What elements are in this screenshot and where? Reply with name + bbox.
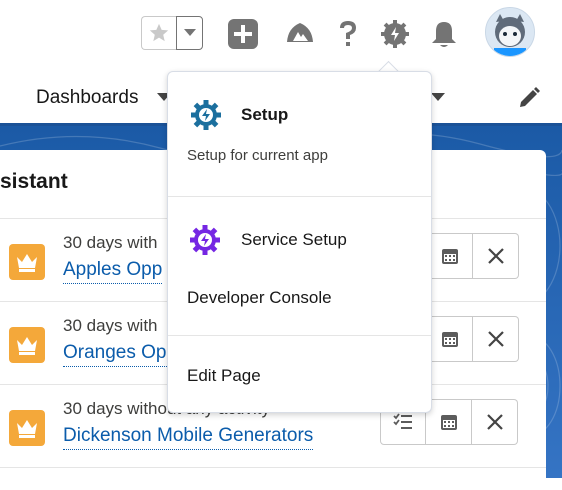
favorites-button[interactable] — [141, 16, 176, 50]
more-chevron-icon[interactable] — [431, 93, 445, 101]
menu-item-setup[interactable]: Setup — [241, 105, 288, 125]
card-title: sistant — [0, 170, 68, 193]
task-list-icon — [393, 413, 412, 429]
star-icon — [149, 23, 169, 42]
calendar-icon — [440, 415, 457, 430]
crown-icon — [17, 337, 37, 355]
list-item-subtitle: 30 days with — [63, 316, 158, 335]
trailhead-button[interactable] — [280, 14, 320, 54]
favorites-menu-button[interactable] — [176, 16, 203, 50]
crown-icon — [17, 254, 37, 272]
calendar-icon — [442, 332, 458, 347]
list-item-subtitle: 30 days with — [63, 233, 158, 252]
menu-divider — [168, 196, 431, 197]
menu-item-developer-console[interactable]: Developer Console — [187, 288, 332, 308]
close-icon — [486, 414, 503, 430]
dismiss-button[interactable] — [472, 399, 518, 445]
crown-icon — [17, 420, 37, 438]
menu-item-service-setup[interactable]: Service Setup — [241, 230, 347, 250]
trailhead-icon — [287, 23, 313, 42]
menu-item-edit-page[interactable]: Edit Page — [187, 366, 261, 386]
notifications-button[interactable] — [424, 14, 464, 54]
opportunity-link[interactable]: Oranges Op — [63, 342, 167, 367]
menu-divider — [168, 335, 431, 336]
service-setup-gear-icon — [190, 225, 220, 255]
user-avatar[interactable] — [485, 7, 535, 57]
calendar-button[interactable] — [426, 399, 472, 445]
opportunity-link[interactable]: Apples Opp — [63, 259, 163, 284]
gear-icon — [381, 20, 409, 48]
calendar-button[interactable] — [427, 316, 473, 362]
favorites-group — [141, 16, 203, 50]
calendar-button[interactable] — [427, 233, 473, 279]
global-header — [0, 0, 562, 68]
row-actions — [427, 233, 519, 279]
pencil-icon[interactable] — [517, 86, 541, 110]
setup-button[interactable] — [375, 14, 415, 54]
opportunity-icon — [9, 244, 45, 280]
calendar-icon — [442, 249, 458, 264]
global-actions-button[interactable] — [223, 14, 263, 54]
dismiss-button[interactable] — [473, 316, 519, 362]
opportunity-icon — [9, 327, 45, 363]
astro-avatar — [486, 8, 534, 56]
bell-icon — [432, 22, 456, 47]
add-icon — [228, 19, 258, 49]
chevron-down-icon — [183, 29, 196, 36]
help-button[interactable] — [328, 14, 368, 54]
row-actions — [427, 316, 519, 362]
dismiss-button[interactable] — [473, 233, 519, 279]
setup-description: Setup for current app — [187, 147, 328, 164]
setup-menu: Setup Setup for current app Service Setu… — [167, 71, 432, 413]
opportunity-link[interactable]: Dickenson Mobile Generators — [63, 425, 314, 450]
help-icon — [340, 21, 356, 46]
row-divider — [0, 467, 546, 468]
setup-gear-icon — [191, 100, 221, 130]
close-icon — [487, 331, 504, 347]
close-icon — [487, 248, 504, 264]
opportunity-icon — [9, 410, 45, 446]
nav-item-dashboards[interactable]: Dashboards — [36, 87, 138, 109]
